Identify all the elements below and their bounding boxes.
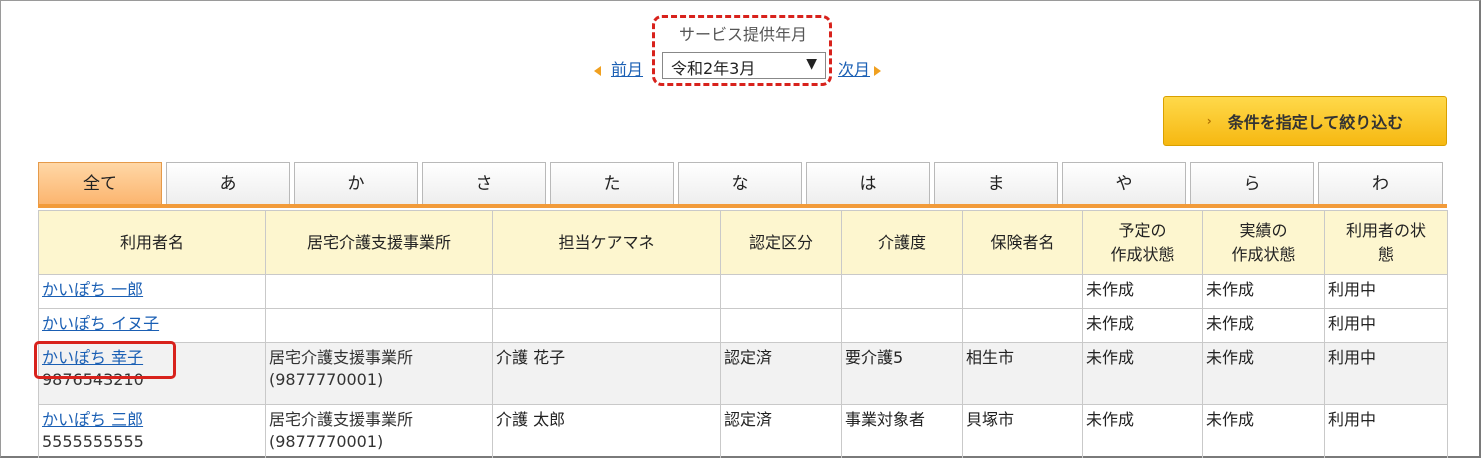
table-row: かいぽち 一郎 未作成 未作成 利用中 <box>38 274 1448 309</box>
service-month-label: サービス提供年月 <box>678 25 807 44</box>
cell-user-status: 利用中 <box>1324 404 1448 458</box>
cell-actual-status: 未作成 <box>1202 404 1325 458</box>
cell-certification: 認定済 <box>720 342 842 405</box>
dropdown-caret-icon: ▼ <box>806 56 817 72</box>
cell-certification <box>720 308 842 343</box>
filter-button-label: 条件を指定して絞り込む <box>1227 113 1404 132</box>
header-care-office: 居宅介護支援事業所 <box>265 210 493 275</box>
cell-care-office <box>265 308 493 343</box>
header-certification: 認定区分 <box>720 210 842 275</box>
cell-user-name: かいぽち イヌ子 <box>38 308 266 343</box>
user-highlight <box>34 341 176 379</box>
cell-care-level: 要介護5 <box>841 342 963 405</box>
header-care-manager: 担当ケアマネ <box>492 210 721 275</box>
arrow-right-icon <box>874 65 882 76</box>
tab-kana-5[interactable]: な <box>678 162 802 204</box>
user-name-link[interactable]: かいぽち イヌ子 <box>42 314 159 333</box>
table-row: かいぽち イヌ子 未作成 未作成 利用中 <box>38 308 1448 343</box>
month-select-value: 令和2年3月 <box>671 59 756 78</box>
cell-insurer <box>962 308 1083 343</box>
cell-user-name: かいぽち 一郎 <box>38 274 266 309</box>
cell-care-level <box>841 274 963 309</box>
tab-kana-2[interactable]: か <box>294 162 418 204</box>
prev-month-link[interactable]: 前月 <box>594 56 643 80</box>
header-user-name: 利用者名 <box>38 210 266 275</box>
cell-care-office <box>265 274 493 309</box>
next-month-label: 次月 <box>838 60 871 79</box>
tab-kana-1[interactable]: あ <box>166 162 290 204</box>
header-actual-status: 実績の 作成状態 <box>1202 210 1325 275</box>
cell-actual-status: 未作成 <box>1202 274 1325 309</box>
tab-kana-8[interactable]: や <box>1062 162 1186 204</box>
cell-insurer <box>962 274 1083 309</box>
table-header-row: 利用者名 居宅介護支援事業所 担当ケアマネ 認定区分 介護度 保険者名 予定の 作成状態 実績… <box>38 210 1448 275</box>
cell-plan-status: 未作成 <box>1082 404 1203 458</box>
user-name-link[interactable]: かいぽち 三郎 <box>42 410 143 429</box>
cell-certification: 認定済 <box>720 404 842 458</box>
header-insurer: 保険者名 <box>962 210 1083 275</box>
cell-certification <box>720 274 842 309</box>
cell-actual-status: 未作成 <box>1202 308 1325 343</box>
tab-kana-4[interactable]: た <box>550 162 674 204</box>
cell-user-status: 利用中 <box>1324 342 1448 405</box>
header-plan-status: 予定の 作成状態 <box>1082 210 1203 275</box>
cell-care-manager <box>492 308 721 343</box>
user-name-link[interactable]: かいぽち 一郎 <box>42 280 143 299</box>
chevron-right-icon: › <box>1206 114 1212 128</box>
cell-user-status: 利用中 <box>1324 274 1448 309</box>
header-care-level: 介護度 <box>841 210 963 275</box>
cell-insurer: 貝塚市 <box>962 404 1083 458</box>
cell-plan-status: 未作成 <box>1082 274 1203 309</box>
month-select[interactable]: 令和2年3月 ▼ <box>662 52 826 79</box>
cell-care-manager: 介護 太郎 <box>492 404 721 458</box>
next-month-link[interactable]: 次月 <box>838 56 882 80</box>
cell-user-status: 利用中 <box>1324 308 1448 343</box>
tab-underline <box>38 204 1447 208</box>
user-number: 5555555555 <box>42 432 144 451</box>
cell-care-manager <box>492 274 721 309</box>
users-table: 利用者名 居宅介護支援事業所 担当ケアマネ 認定区分 介護度 保険者名 予定の 作成状態 実績… <box>38 210 1448 458</box>
cell-plan-status: 未作成 <box>1082 308 1203 343</box>
table-row: かいぽち 三郎 5555555555 居宅介護支援事業所 (9877770001) 介護… <box>38 404 1448 458</box>
office-number: (9877770001) <box>269 370 384 389</box>
kana-tabs: 全てあかさたなはまやらわ <box>38 162 1447 204</box>
cell-care-level <box>841 308 963 343</box>
tab-kana-3[interactable]: さ <box>422 162 546 204</box>
arrow-left-icon <box>594 65 601 76</box>
table-row: かいぽち 幸子 9876543210 居宅介護支援事業所 (9877770001) 介護… <box>38 342 1448 405</box>
filter-conditions-button[interactable]: › 条件を指定して絞り込む <box>1163 96 1447 146</box>
tab-kana-7[interactable]: ま <box>934 162 1058 204</box>
office-name: 居宅介護支援事業所 <box>269 348 414 367</box>
tab-kana-9[interactable]: ら <box>1190 162 1314 204</box>
cell-care-level: 事業対象者 <box>841 404 963 458</box>
cell-care-manager: 介護 花子 <box>492 342 721 405</box>
office-name: 居宅介護支援事業所 <box>269 410 414 429</box>
cell-care-office: 居宅介護支援事業所 (9877770001) <box>265 404 493 458</box>
prev-month-label: 前月 <box>611 60 644 79</box>
cell-plan-status: 未作成 <box>1082 342 1203 405</box>
cell-actual-status: 未作成 <box>1202 342 1325 405</box>
header-user-status: 利用者の状 態 <box>1324 210 1448 275</box>
cell-care-office: 居宅介護支援事業所 (9877770001) <box>265 342 493 405</box>
cell-user-name: かいぽち 三郎 5555555555 <box>38 404 266 458</box>
tab-kana-6[interactable]: は <box>806 162 930 204</box>
tab-kana-10[interactable]: わ <box>1318 162 1443 204</box>
tab-all[interactable]: 全て <box>38 162 162 204</box>
cell-insurer: 相生市 <box>962 342 1083 405</box>
office-number: (9877770001) <box>269 432 384 451</box>
